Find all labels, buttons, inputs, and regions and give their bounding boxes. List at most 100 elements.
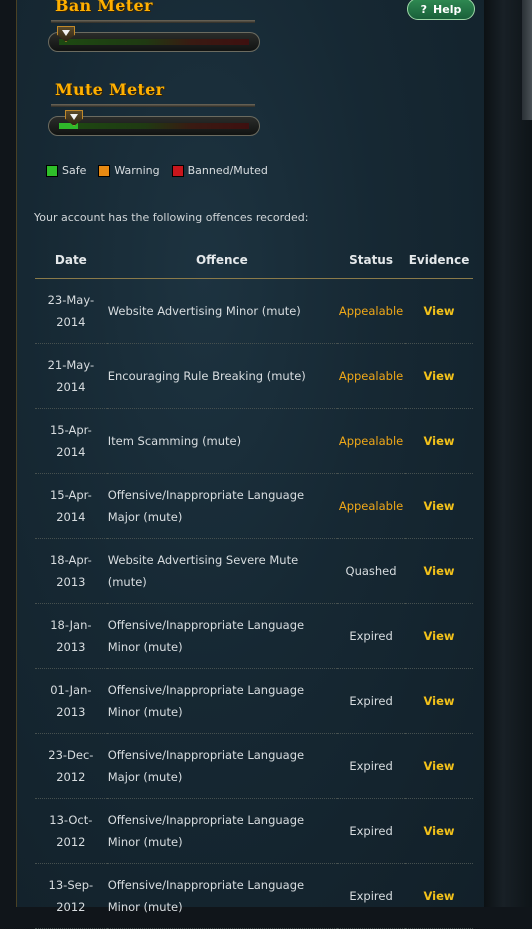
- view-link-label[interactable]: View: [423, 759, 454, 773]
- view-evidence-link[interactable]: View: [405, 863, 473, 929]
- date-year: 2012: [56, 835, 86, 849]
- help-label: Help: [433, 2, 462, 16]
- offence-date: 15-Apr- 2014: [35, 408, 107, 474]
- view-evidence-link[interactable]: View: [405, 603, 473, 669]
- offence-status: Expired: [337, 733, 406, 799]
- offence-date: 15-Apr- 2014: [35, 473, 107, 539]
- offence-status: Expired: [337, 668, 406, 734]
- view-link-label[interactable]: View: [423, 304, 454, 318]
- legend-item-banned-muted: Banned/Muted: [171, 164, 268, 177]
- date-day-month: 13-Sep-: [48, 878, 94, 892]
- view-evidence-link[interactable]: View: [405, 408, 473, 474]
- background-border-right: [484, 0, 532, 907]
- offence-status[interactable]: Appealable: [337, 408, 406, 474]
- table-row: 21-May- 2014 Encouraging Rule Breaking (mu…: [35, 343, 473, 409]
- date-year: 2013: [56, 575, 86, 589]
- table-row: 13-Oct- 2012 Offensive/Inappropriate Langu…: [35, 798, 473, 864]
- question-mark-icon: ?: [420, 2, 428, 16]
- table-row: 23-Dec- 2012 Offensive/Inappropriate Langu…: [35, 733, 473, 799]
- legend-item-safe: Safe: [46, 164, 86, 177]
- offence-date: 13-Oct- 2012: [35, 798, 107, 864]
- offence-date: 23-Dec- 2012: [35, 733, 107, 799]
- view-evidence-link[interactable]: View: [405, 733, 473, 799]
- view-evidence-link[interactable]: View: [405, 473, 473, 539]
- offence-name: Offensive/Inappropriate Language Minor (…: [106, 603, 338, 669]
- date-day-month: 01-Jan-: [50, 683, 92, 697]
- legend-label: Banned/Muted: [187, 164, 268, 177]
- table-row: 01-Jan- 2013 Offensive/Inappropriate Langu…: [35, 668, 473, 734]
- header-status: Status: [337, 242, 406, 279]
- mute-meter-fill: [59, 123, 249, 129]
- mute-meter-title: Mute Meter: [55, 80, 165, 99]
- offence-status[interactable]: Appealable: [337, 343, 406, 409]
- date-year: 2014: [56, 445, 86, 459]
- offence-name: Encouraging Rule Breaking (mute): [106, 343, 338, 409]
- offence-name: Offensive/Inappropriate Language Minor (…: [106, 668, 338, 734]
- offence-date: 18-Jan- 2013: [35, 603, 107, 669]
- date-day-month: 23-Dec-: [48, 748, 94, 762]
- offence-date: 21-May- 2014: [35, 343, 107, 409]
- view-evidence-link[interactable]: View: [405, 343, 473, 409]
- offence-name: Offensive/Inappropriate Language Minor (…: [106, 798, 338, 864]
- view-evidence-link[interactable]: View: [405, 538, 473, 604]
- view-link-label[interactable]: View: [423, 434, 454, 448]
- header-date: Date: [35, 242, 107, 279]
- view-link-label[interactable]: View: [423, 564, 454, 578]
- table-row: 18-Apr- 2013 Website Advertising Severe Mu…: [35, 538, 473, 604]
- view-evidence-link[interactable]: View: [405, 798, 473, 864]
- date-day-month: 23-May-: [47, 293, 95, 307]
- date-day-month: 18-Apr-: [49, 553, 92, 567]
- header-offence: Offence: [106, 242, 338, 279]
- ban-meter-divider: [51, 20, 255, 23]
- table-row: 13-Sep- 2012 Offensive/Inappropriate Langu…: [35, 863, 473, 929]
- offence-status[interactable]: Appealable: [337, 473, 406, 539]
- table-row: 23-May- 2014 Website Advertising Minor (mu…: [35, 278, 473, 344]
- view-link-label[interactable]: View: [423, 369, 454, 383]
- view-evidence-link[interactable]: View: [405, 278, 473, 344]
- date-year: 2014: [56, 315, 86, 329]
- view-link-label[interactable]: View: [423, 629, 454, 643]
- offences-intro-text: Your account has the following offences …: [34, 211, 309, 224]
- offence-name: Website Advertising Severe Mute (mute): [106, 538, 338, 604]
- view-link-label[interactable]: View: [423, 694, 454, 708]
- offence-status: Expired: [337, 798, 406, 864]
- date-day-month: 15-Apr-: [49, 488, 92, 502]
- offences-table: Date Offence Status Evidence 23-May- 2014…: [35, 242, 473, 929]
- offence-name: Item Scamming (mute): [106, 408, 338, 474]
- safe-swatch-icon: [46, 164, 58, 177]
- ban-meter-fill: [59, 39, 249, 45]
- header-evidence: Evidence: [405, 242, 473, 279]
- offences-panel: Ban Meter Mute Meter ? Help Safe Warning…: [16, 0, 484, 929]
- view-link-label[interactable]: View: [423, 824, 454, 838]
- offence-status[interactable]: Appealable: [337, 278, 406, 344]
- view-evidence-link[interactable]: View: [405, 668, 473, 734]
- date-year: 2013: [56, 640, 86, 654]
- offence-name: Offensive/Inappropriate Language Major (…: [106, 473, 338, 539]
- offence-date: 18-Apr- 2013: [35, 538, 107, 604]
- date-year: 2014: [56, 510, 86, 524]
- offence-name: Offensive/Inappropriate Language Minor (…: [106, 863, 338, 929]
- ban-meter-bar: [48, 32, 260, 52]
- date-year: 2013: [56, 705, 86, 719]
- mute-meter-divider: [51, 104, 255, 107]
- view-link-label[interactable]: View: [423, 889, 454, 903]
- table-row: 18-Jan- 2013 Offensive/Inappropriate Langu…: [35, 603, 473, 669]
- date-day-month: 18-Jan-: [50, 618, 92, 632]
- date-day-month: 15-Apr-: [49, 423, 92, 437]
- date-day-month: 13-Oct-: [49, 813, 93, 827]
- date-year: 2012: [56, 900, 86, 914]
- offence-status: Expired: [337, 603, 406, 669]
- table-row: 15-Apr- 2014 Offensive/Inappropriate Langu…: [35, 473, 473, 539]
- help-button[interactable]: ? Help: [407, 0, 475, 20]
- view-link-label[interactable]: View: [423, 499, 454, 513]
- offence-date: 01-Jan- 2013: [35, 668, 107, 734]
- legend-label: Safe: [62, 164, 87, 177]
- date-day-month: 21-May-: [47, 358, 95, 372]
- warning-swatch-icon: [98, 164, 111, 177]
- meter-legend: Safe Warning Banned/Muted: [46, 164, 268, 177]
- offence-date: 13-Sep- 2012: [35, 863, 107, 929]
- banned-swatch-icon: [171, 164, 184, 177]
- offence-name: Website Advertising Minor (mute): [106, 278, 338, 344]
- table-header-row: Date Offence Status Evidence: [35, 242, 473, 279]
- ban-meter-title: Ban Meter: [55, 0, 153, 15]
